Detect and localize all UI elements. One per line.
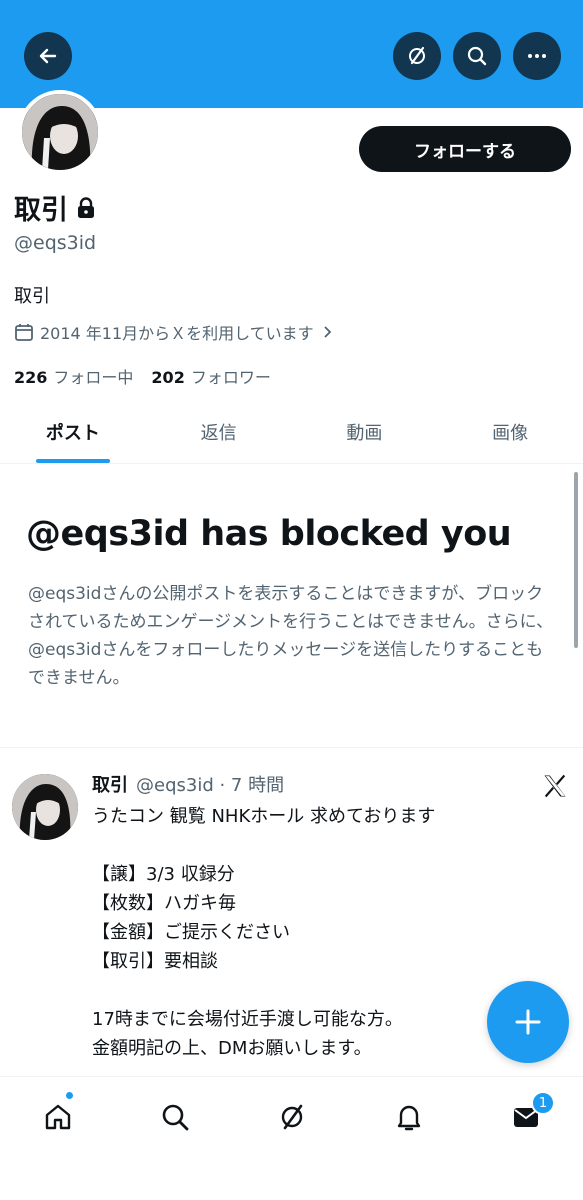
active-tab-indicator <box>35 459 110 463</box>
tab-replies[interactable]: 返信 <box>146 400 292 463</box>
joined-date: 2014 年11月からＸを利用しています <box>40 324 314 343</box>
following-link[interactable]: 226 フォロー中 <box>14 364 133 388</box>
followers-count: 202 <box>151 368 185 387</box>
compose-button[interactable] <box>487 981 569 1063</box>
post-author-name[interactable]: 取引 <box>92 771 128 797</box>
calendar-icon <box>15 324 33 341</box>
post-avatar[interactable] <box>12 774 78 840</box>
tab-videos[interactable]: 動画 <box>292 400 438 463</box>
profile-name: 取引 <box>14 195 68 226</box>
followers-link[interactable]: 202 フォロワー <box>151 364 270 388</box>
profile-name-row: 取引 <box>14 188 96 227</box>
grok-icon <box>281 1104 303 1130</box>
following-count: 226 <box>14 368 48 387</box>
following-label: フォロー中 <box>53 368 134 387</box>
grok-button[interactable] <box>393 32 441 80</box>
follow-button[interactable]: フォローする <box>359 126 571 172</box>
tab-images[interactable]: 画像 <box>437 400 583 463</box>
more-button[interactable] <box>513 32 561 80</box>
scrollbar[interactable] <box>574 472 578 648</box>
home-icon <box>45 1104 71 1130</box>
search-icon <box>467 46 487 66</box>
divider <box>0 747 583 748</box>
nav-home[interactable] <box>38 1097 78 1137</box>
arrow-left-icon <box>39 48 57 64</box>
post-header: 取引 @eqs3id · 7 時間 <box>92 771 284 797</box>
profile-avatar[interactable] <box>18 90 102 174</box>
joined-date-row[interactable]: 2014 年11月からＸを利用しています <box>14 320 334 344</box>
more-horizontal-icon <box>528 54 546 58</box>
x-logo-icon <box>544 774 566 798</box>
nav-search[interactable] <box>155 1097 195 1137</box>
tab-replies-label: 返信 <box>200 422 237 444</box>
tab-videos-label: 動画 <box>346 422 383 444</box>
tab-posts-label: ポスト <box>45 422 100 444</box>
back-button[interactable] <box>24 32 72 80</box>
profile-bio: 取引 <box>14 286 50 307</box>
tab-images-label: 画像 <box>492 422 529 444</box>
profile-tabs: ポスト 返信 動画 画像 <box>0 400 583 464</box>
search-icon <box>162 1104 189 1131</box>
nav-notifications[interactable] <box>389 1097 429 1137</box>
messages-badge: 1 <box>531 1091 555 1115</box>
follow-counts: 226 フォロー中 202 フォロワー <box>14 364 271 388</box>
home-notification-dot <box>65 1091 74 1100</box>
bell-icon <box>397 1105 421 1131</box>
post-meta: @eqs3id · 7 時間 <box>136 775 285 796</box>
post-text: うたコン 観覧 NHKホール 求めております 【譲】3/3 収録分 【枚数】ハガ… <box>92 806 436 1059</box>
nav-grok[interactable] <box>272 1097 312 1137</box>
plus-icon <box>515 1009 541 1035</box>
search-button[interactable] <box>453 32 501 80</box>
profile-handle: @eqs3id <box>14 232 97 254</box>
lock-icon <box>78 196 94 218</box>
chevron-right-icon <box>324 326 331 338</box>
blocked-title: @eqs3id has blocked you <box>26 514 512 554</box>
bottom-nav: 1 <box>0 1076 583 1200</box>
tab-posts[interactable]: ポスト <box>0 400 146 463</box>
followers-label: フォロワー <box>190 368 271 387</box>
blocked-message: @eqs3idさんの公開ポストを表示することはできますが、ブロックされているため… <box>28 584 554 688</box>
grok-icon <box>409 46 425 65</box>
